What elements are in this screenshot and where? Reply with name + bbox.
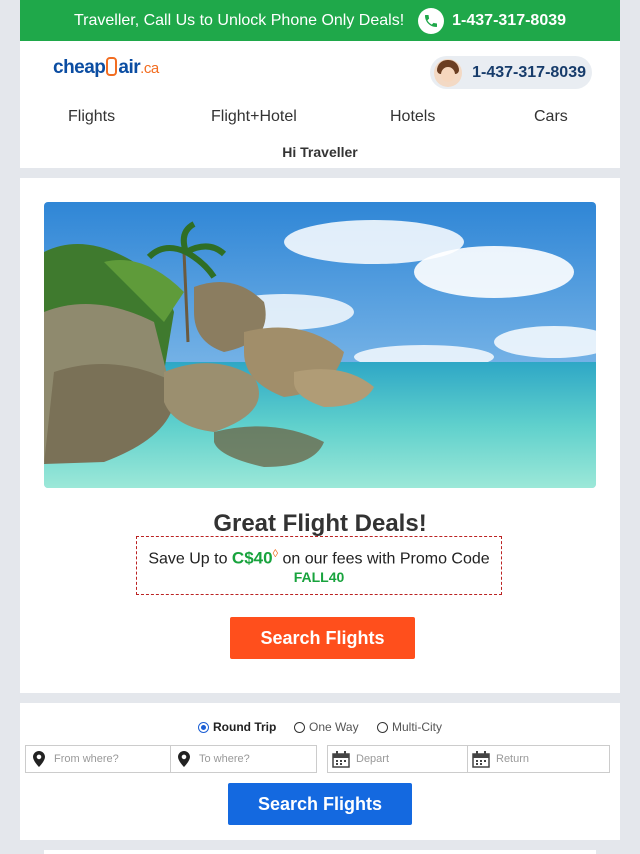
site-header: cheap air.ca 1-437-317-8039 Flights Fligh… bbox=[20, 41, 620, 168]
nav-cars[interactable]: Cars bbox=[534, 108, 568, 126]
location-pin-icon bbox=[175, 751, 193, 767]
from-input[interactable]: From where? bbox=[25, 745, 173, 773]
nav-hotels[interactable]: Hotels bbox=[390, 108, 435, 126]
banner-phone-number[interactable]: 1-437-317-8039 bbox=[452, 12, 566, 30]
logo-o-icon bbox=[106, 57, 118, 76]
top-banner[interactable]: Traveller, Call Us to Unlock Phone Only … bbox=[20, 0, 620, 41]
trip-type-multi-city[interactable]: Multi-City bbox=[377, 720, 442, 734]
promo-search-flights-button[interactable]: Search Flights bbox=[230, 617, 415, 659]
search-flights-button[interactable]: Search Flights bbox=[228, 783, 412, 825]
trip-type-one-way[interactable]: One Way bbox=[294, 720, 359, 734]
agent-avatar bbox=[434, 58, 463, 87]
deal-footnote-mark: ◊ bbox=[272, 548, 278, 560]
trip-type-radios: Round Trip One Way Multi-City bbox=[20, 720, 620, 736]
promo-code: FALL40 bbox=[293, 569, 345, 586]
hero-beach-image bbox=[44, 202, 596, 488]
promo-title: Great Flight Deals! bbox=[213, 510, 427, 537]
to-input[interactable]: To where? bbox=[170, 745, 317, 773]
agent-phone-pill[interactable]: 1-437-317-8039 bbox=[430, 56, 592, 89]
promo-deal-box: Save Up to C$40◊ on our fees with Promo … bbox=[136, 536, 502, 595]
deal-amount: C$40 bbox=[231, 548, 273, 568]
banner-text: Traveller, Call Us to Unlock Phone Only … bbox=[73, 11, 405, 29]
phone-icon bbox=[418, 7, 445, 34]
next-section-edge bbox=[44, 850, 596, 854]
promo-section: Great Flight Deals! Save Up to C$40◊ on … bbox=[20, 178, 620, 693]
calendar-icon bbox=[472, 750, 490, 768]
nav-flights[interactable]: Flights bbox=[68, 108, 115, 126]
radio-selected-icon bbox=[198, 721, 209, 733]
flight-search-form: Round Trip One Way Multi-City From where… bbox=[20, 703, 620, 840]
agent-phone-number: 1-437-317-8039 bbox=[472, 63, 586, 81]
radio-icon bbox=[294, 721, 305, 733]
location-pin-icon bbox=[30, 751, 48, 767]
return-date-input[interactable]: Return bbox=[467, 745, 610, 773]
trip-type-round-trip[interactable]: Round Trip bbox=[198, 720, 276, 734]
radio-icon bbox=[377, 721, 388, 733]
calendar-icon bbox=[332, 750, 350, 768]
depart-date-input[interactable]: Depart bbox=[327, 745, 470, 773]
greeting: Hi Traveller bbox=[282, 144, 358, 160]
logo[interactable]: cheap air.ca bbox=[53, 57, 159, 79]
nav-flight-hotel[interactable]: Flight+Hotel bbox=[211, 108, 297, 126]
